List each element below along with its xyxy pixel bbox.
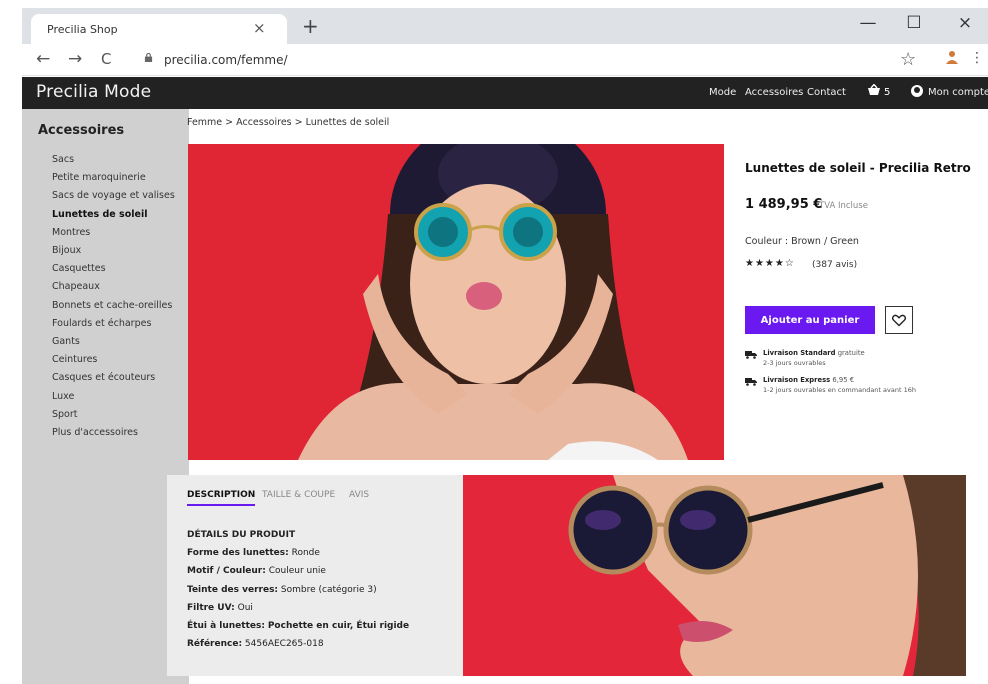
browser-tab[interactable]: Precilia Shop × xyxy=(31,14,287,44)
shipping-express-delay: 1-2 jours ouvrables en commandant avant … xyxy=(763,386,916,394)
product-details: DÉTAILS DU PRODUIT Forme des lunettes: R… xyxy=(187,526,409,653)
express-truck-icon xyxy=(745,378,757,386)
cart-count-badge: 5 xyxy=(884,87,891,98)
product-color: Couleur : Brown / Green xyxy=(745,236,859,247)
account-icon[interactable] xyxy=(911,85,923,97)
detail-row: Motif / Couleur: Couleur unie xyxy=(187,566,326,577)
rating-stars: ★★★★☆ xyxy=(745,258,795,269)
forward-icon[interactable]: → xyxy=(68,49,82,69)
detail-row: Filtre UV: Oui xyxy=(187,602,253,613)
description-panel: DESCRIPTION TAILLE & COUPE AVIS DÉTAILS … xyxy=(167,475,463,676)
reviews-count-link[interactable]: (387 avis) xyxy=(812,260,857,270)
sidebar-item-bonnets[interactable]: Bonnets et cache-oreilles xyxy=(52,297,175,315)
tab-description[interactable]: DESCRIPTION xyxy=(187,490,256,506)
sidebar-item-lunettes-de-soleil[interactable]: Lunettes de soleil xyxy=(52,206,175,224)
tva-note: TVA Incluse xyxy=(819,201,868,211)
model-sunglasses-illustration xyxy=(188,144,724,460)
product-info: Lunettes de soleil - Precilia Retro 1 48… xyxy=(745,144,971,444)
product-price: 1 489,95 € xyxy=(745,197,823,212)
reload-icon[interactable]: C xyxy=(101,50,111,68)
shipping-express-title: Livraison Express 6,95 € xyxy=(763,376,855,384)
breadcrumb[interactable]: Femme > Accessoires > Lunettes de soleil xyxy=(187,117,389,128)
minimize-icon[interactable]: — xyxy=(848,13,888,33)
sidebar-item-montres[interactable]: Montres xyxy=(52,224,175,242)
new-tab-icon[interactable]: + xyxy=(302,14,319,38)
truck-icon xyxy=(745,351,757,359)
tab-title: Precilia Shop xyxy=(47,23,118,36)
sidebar-item-gants[interactable]: Gants xyxy=(52,333,175,351)
add-to-cart-button[interactable]: Ajouter au panier xyxy=(745,306,875,334)
nav-accessoires[interactable]: Accessoires xyxy=(745,87,803,98)
shipping-standard-delay: 2-3 jours ouvrables xyxy=(763,359,826,367)
address-bar: ← → C precilia.com/femme/ ☆ ⋮ xyxy=(22,44,988,76)
shipping-express: Livraison Express 6,95 € 1-2 jours ouvra… xyxy=(745,376,966,398)
sidebar-item-luxe[interactable]: Luxe xyxy=(52,388,175,406)
browser-menu-icon[interactable]: ⋮ xyxy=(970,50,984,66)
url-input[interactable]: precilia.com/femme/ xyxy=(164,53,288,67)
sidebar-item-sacs[interactable]: Sacs xyxy=(52,151,175,169)
tab-strip: Precilia Shop × + — ☐ × xyxy=(22,8,988,44)
sidebar-title: Accessoires xyxy=(38,123,125,138)
heart-icon xyxy=(891,314,907,327)
site-logo[interactable]: Precilia Mode xyxy=(36,82,151,102)
detail-row: Étui à lunettes: Pochette en cuir, Étui … xyxy=(187,621,410,632)
sidebar-item-casques[interactable]: Casques et écouteurs xyxy=(52,369,175,387)
sidebar-item-petite-maroquinerie[interactable]: Petite maroquinerie xyxy=(52,169,175,187)
sidebar-item-plus[interactable]: Plus d'accessoires xyxy=(52,424,175,442)
product-secondary-photo[interactable] xyxy=(463,475,966,676)
sidebar-item-sacs-de-voyage[interactable]: Sacs de voyage et valises xyxy=(52,187,175,205)
close-tab-icon[interactable]: × xyxy=(253,19,266,37)
shipping-standard: Livraison Standard gratuite 2-3 jours ou… xyxy=(745,349,966,371)
detail-row: Référence: 5456AEC265-018 xyxy=(187,639,324,650)
site-header: Precilia Mode Mode Accessoires Contact 5… xyxy=(22,77,988,109)
maximize-icon[interactable]: ☐ xyxy=(894,13,934,33)
shipping-standard-title: Livraison Standard gratuite xyxy=(763,349,865,357)
category-list: Sacs Petite maroquinerie Sacs de voyage … xyxy=(52,151,175,442)
sidebar-item-ceintures[interactable]: Ceintures xyxy=(52,351,175,369)
close-window-icon[interactable]: × xyxy=(945,13,985,33)
detail-row: Forme des lunettes: Ronde xyxy=(187,548,320,559)
product-main-photo[interactable] xyxy=(188,144,724,460)
sidebar-item-chapeaux[interactable]: Chapeaux xyxy=(52,278,175,296)
lock-icon xyxy=(144,53,153,62)
detail-row: Teinte des verres: Sombre (catégorie 3) xyxy=(187,584,377,595)
tab-taille-coupe[interactable]: TAILLE & COUPE xyxy=(262,490,335,500)
sidebar-item-casquettes[interactable]: Casquettes xyxy=(52,260,175,278)
category-sidebar: Accessoires Sacs Petite maroquinerie Sac… xyxy=(22,109,189,684)
tab-avis[interactable]: AVIS xyxy=(349,490,369,500)
cart-basket-icon[interactable] xyxy=(867,84,881,96)
nav-mode[interactable]: Mode xyxy=(709,87,736,98)
details-heading: DÉTAILS DU PRODUIT xyxy=(187,530,296,540)
product-title: Lunettes de soleil - Precilia Retro xyxy=(745,161,971,175)
wishlist-button[interactable] xyxy=(885,306,913,334)
sidebar-item-foulards[interactable]: Foulards et écharpes xyxy=(52,315,175,333)
sidebar-item-sport[interactable]: Sport xyxy=(52,406,175,424)
sidebar-item-bijoux[interactable]: Bijoux xyxy=(52,242,175,260)
bookmark-star-icon[interactable]: ☆ xyxy=(900,49,916,70)
profile-avatar-icon[interactable] xyxy=(946,50,958,68)
back-icon[interactable]: ← xyxy=(36,49,50,69)
nav-contact[interactable]: Contact xyxy=(807,87,846,98)
model-closeup-illustration xyxy=(463,475,966,676)
account-link[interactable]: Mon compte xyxy=(928,87,988,98)
